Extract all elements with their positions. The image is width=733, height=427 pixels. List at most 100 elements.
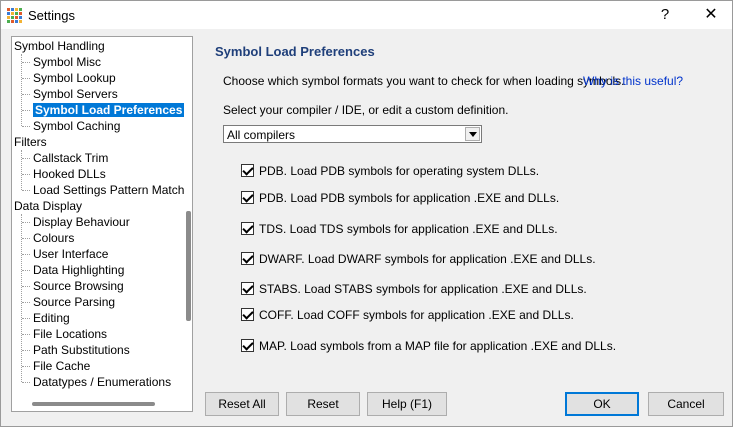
tree-item-data-display[interactable]: Data Display (14, 198, 82, 214)
checkbox-label: TDS. Load TDS symbols for application .E… (259, 222, 558, 236)
tree-horizontal-scrollbar[interactable] (12, 396, 183, 411)
checkbox[interactable] (241, 222, 254, 235)
tree-item-label: Display Behaviour (33, 215, 130, 229)
tree-connector (22, 302, 30, 303)
close-icon[interactable]: ✕ (689, 1, 733, 29)
tree-item-label: Symbol Load Preferences (33, 103, 185, 117)
tree-item-symbol-servers[interactable]: Symbol Servers (33, 86, 118, 102)
window-title: Settings (28, 8, 75, 23)
tree-connector (22, 158, 30, 159)
tree-item-data-highlighting[interactable]: Data Highlighting (33, 262, 124, 278)
tree-item-label: File Cache (33, 359, 91, 373)
tree-connector (22, 190, 30, 191)
tree-item-source-browsing[interactable]: Source Browsing (33, 278, 124, 294)
tree-item-user-interface[interactable]: User Interface (33, 246, 108, 262)
tree-connector (22, 238, 30, 239)
checkbox-label: STABS. Load STABS symbols for applicatio… (259, 282, 587, 296)
help-button[interactable]: Help (F1) (367, 392, 447, 416)
tree-item-colours[interactable]: Colours (33, 230, 74, 246)
tree-item-label: User Interface (33, 247, 109, 261)
compiler-select-value: All compilers (227, 128, 296, 142)
app-icon (6, 7, 22, 23)
compiler-select-label: Select your compiler / IDE, or edit a cu… (223, 103, 509, 117)
checkbox-label: MAP. Load symbols from a MAP file for ap… (259, 339, 617, 353)
tree-item-label: Symbol Servers (33, 87, 118, 101)
tree-item-symbol-caching[interactable]: Symbol Caching (33, 118, 120, 134)
tree-connector (22, 254, 30, 255)
tree-vertical-scroll-thumb[interactable] (186, 211, 191, 321)
compiler-select[interactable]: All compilers (223, 125, 482, 143)
tree-horizontal-scroll-thumb[interactable] (32, 402, 155, 406)
section-title: Symbol Load Preferences (215, 44, 375, 59)
tree-item-label: Symbol Caching (33, 119, 121, 133)
chevron-down-icon[interactable] (465, 127, 480, 141)
tree-item-label: Colours (33, 231, 75, 245)
tree-connector (22, 366, 30, 367)
checkbox[interactable] (241, 252, 254, 265)
tree-item-hooked-dlls[interactable]: Hooked DLLs (33, 166, 106, 182)
tree-connector (21, 54, 22, 126)
tree-connector (22, 62, 30, 63)
tree-item-symbol-load-preferences[interactable]: Symbol Load Preferences (33, 102, 185, 118)
checkbox-label: COFF. Load COFF symbols for application … (259, 308, 574, 322)
tree-item-editing[interactable]: Editing (33, 310, 70, 326)
reset-button[interactable]: Reset (286, 392, 360, 416)
title-bar: Settings ? ✕ (1, 1, 732, 29)
settings-window: Settings ? ✕ Symbol Handling Symbol Misc S… (0, 0, 733, 427)
tree-item-label: Path Substitutions (33, 343, 130, 357)
tree-item-datatypes-enumerations[interactable]: Datatypes / Enumerations (33, 374, 171, 390)
checkbox-label: DWARF. Load DWARF symbols for applicatio… (259, 252, 596, 266)
checkbox[interactable] (241, 164, 254, 177)
tree-item-label: Source Parsing (33, 295, 116, 309)
tree-connector (22, 382, 30, 383)
tree-connector (22, 174, 30, 175)
tree-item-label: Load Settings Pattern Match (33, 183, 185, 197)
checkbox[interactable] (241, 191, 254, 204)
tree-connector (22, 286, 30, 287)
ok-button[interactable]: OK (565, 392, 639, 416)
tree-item-source-parsing[interactable]: Source Parsing (33, 294, 115, 310)
tree-item-label: Filters (14, 135, 47, 149)
checkbox[interactable] (241, 282, 254, 295)
tree-vertical-scrollbar[interactable] (183, 37, 192, 396)
tree-item-path-substitutions[interactable]: Path Substitutions (33, 342, 130, 358)
tree-item-load-settings-pattern-match[interactable]: Load Settings Pattern Match (33, 182, 184, 198)
checkbox-label: PDB. Load PDB symbols for application .E… (259, 191, 560, 205)
tree-connector (22, 110, 30, 111)
checkbox[interactable] (241, 339, 254, 352)
tree-connector (22, 334, 30, 335)
tree-connector (22, 318, 30, 319)
tree-item-label: Callstack Trim (33, 151, 109, 165)
tree-item-label: Datatypes / Enumerations (33, 375, 172, 389)
tree-item-file-cache[interactable]: File Cache (33, 358, 90, 374)
tree-connector (22, 94, 30, 95)
settings-tree[interactable]: Symbol Handling Symbol Misc Symbol Lookup S… (11, 36, 193, 412)
checkbox-label: PDB. Load PDB symbols for operating syst… (259, 164, 540, 178)
tree-connector (22, 270, 30, 271)
tree-item-label: File Locations (33, 327, 108, 341)
tree-connector (22, 222, 30, 223)
tree-item-label: Data Highlighting (33, 263, 125, 277)
tree-connector (22, 126, 30, 127)
help-icon[interactable]: ? (643, 1, 687, 29)
tree-item-callstack-trim[interactable]: Callstack Trim (33, 150, 108, 166)
tree-connector (21, 150, 22, 190)
panel-description: Choose which symbol formats you want to … (223, 74, 625, 88)
tree-connector (22, 350, 30, 351)
tree-item-label: Hooked DLLs (33, 167, 106, 181)
tree-connector (22, 78, 30, 79)
tree-connector (21, 214, 22, 382)
tree-item-symbol-misc[interactable]: Symbol Misc (33, 54, 101, 70)
tree-item-file-locations[interactable]: File Locations (33, 326, 107, 342)
tree-item-label: Source Browsing (33, 279, 124, 293)
why-useful-link[interactable]: Why is this useful? (583, 74, 683, 88)
checkbox[interactable] (241, 308, 254, 321)
tree-item-display-behaviour[interactable]: Display Behaviour (33, 214, 130, 230)
tree-item-symbol-handling[interactable]: Symbol Handling (14, 38, 105, 54)
cancel-button[interactable]: Cancel (648, 392, 724, 416)
tree-item-label: Data Display (14, 199, 83, 213)
tree-item-label: Symbol Misc (33, 55, 102, 69)
reset-all-button[interactable]: Reset All (205, 392, 279, 416)
tree-item-symbol-lookup[interactable]: Symbol Lookup (33, 70, 116, 86)
tree-item-filters[interactable]: Filters (14, 134, 47, 150)
